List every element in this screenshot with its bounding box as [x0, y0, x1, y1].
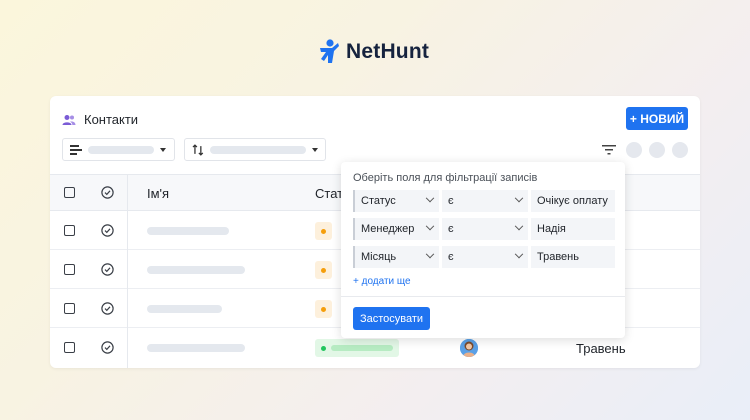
user-photo-icon	[460, 339, 478, 357]
filter-field-select[interactable]: Менеджер	[353, 218, 439, 240]
filter-popover: Оберіть поля для фільтрації записів Стат…	[341, 162, 625, 338]
column-divider	[127, 174, 128, 368]
row-checkbox[interactable]	[64, 264, 75, 275]
check-circle-icon[interactable]	[101, 341, 114, 354]
check-circle-icon[interactable]	[101, 302, 114, 315]
brand-name: NetHunt	[346, 40, 430, 63]
status-badge	[315, 222, 332, 240]
apply-filter-button[interactable]: Застосувати	[353, 307, 430, 330]
filter-field-label: Місяць	[361, 251, 397, 263]
group-by-dropdown[interactable]	[62, 138, 175, 161]
filter-field-select[interactable]: Місяць	[353, 246, 439, 268]
filter-popover-title: Оберіть поля для фільтрації записів	[353, 172, 538, 184]
check-circle-icon[interactable]	[101, 263, 114, 276]
month-cell: Травень	[576, 341, 626, 356]
status-badge	[315, 300, 332, 318]
chevron-down-icon	[514, 249, 524, 259]
filter-field-label: Менеджер	[361, 223, 415, 235]
filter-operator-select[interactable]: є	[442, 190, 528, 212]
name-placeholder	[147, 344, 245, 352]
chevron-down-icon	[425, 193, 435, 203]
page-header: Контакти	[62, 112, 138, 127]
filter-row: Місяць є Травень	[353, 246, 615, 268]
new-record-button[interactable]: + НОВИЙ	[626, 107, 688, 130]
filter-field-label: Статус	[361, 195, 396, 207]
name-placeholder	[147, 305, 222, 313]
contacts-icon	[62, 114, 76, 125]
group-by-icon	[70, 144, 82, 155]
row-checkbox[interactable]	[64, 303, 75, 314]
filter-value-input[interactable]: Надія	[531, 218, 615, 240]
status-badge	[315, 261, 332, 279]
sort-value-placeholder	[209, 145, 306, 154]
page-title: Контакти	[84, 112, 139, 127]
toolbar-placeholder-circle	[672, 142, 688, 158]
filter-value-input[interactable]: Травень	[531, 246, 615, 268]
divider	[341, 296, 625, 297]
chevron-down-icon	[425, 221, 435, 231]
toolbar-placeholder-circle	[626, 142, 642, 158]
sort-dropdown[interactable]	[184, 138, 326, 161]
caret-down-icon	[312, 147, 318, 152]
nethunt-logo-icon	[320, 39, 339, 63]
add-filter-link[interactable]: + додати ще	[353, 276, 411, 287]
check-circle-icon[interactable]	[101, 186, 114, 199]
sort-icon	[192, 143, 204, 156]
filter-field-select[interactable]: Статус	[353, 190, 439, 212]
filter-operator-label: є	[448, 251, 454, 263]
filter-value-input[interactable]: Очікує оплату	[531, 190, 615, 212]
avatar	[460, 339, 478, 357]
column-header-name[interactable]: Ім'я	[147, 186, 169, 201]
name-placeholder	[147, 266, 245, 274]
chevron-down-icon	[514, 221, 524, 231]
status-placeholder	[331, 345, 393, 351]
column-header-status[interactable]: Стат	[315, 186, 343, 201]
filter-row: Менеджер є Надія	[353, 218, 615, 240]
filter-operator-select[interactable]: є	[442, 246, 528, 268]
row-checkbox[interactable]	[64, 342, 75, 353]
filter-operator-select[interactable]: є	[442, 218, 528, 240]
chevron-down-icon	[514, 193, 524, 203]
filter-operator-label: є	[448, 195, 454, 207]
select-all-checkbox[interactable]	[64, 187, 75, 198]
nethunt-logo: NetHunt	[318, 38, 429, 66]
name-placeholder	[147, 227, 229, 235]
filter-button[interactable]	[600, 141, 618, 159]
row-checkbox[interactable]	[64, 225, 75, 236]
toolbar-placeholder-circle	[649, 142, 665, 158]
caret-down-icon	[160, 147, 166, 152]
check-circle-icon[interactable]	[101, 224, 114, 237]
group-by-value-placeholder	[88, 145, 154, 154]
status-badge	[315, 339, 399, 357]
filter-row: Статус є Очікує оплату	[353, 190, 615, 212]
filter-icon	[602, 145, 616, 155]
chevron-down-icon	[425, 249, 435, 259]
filter-operator-label: є	[448, 223, 454, 235]
